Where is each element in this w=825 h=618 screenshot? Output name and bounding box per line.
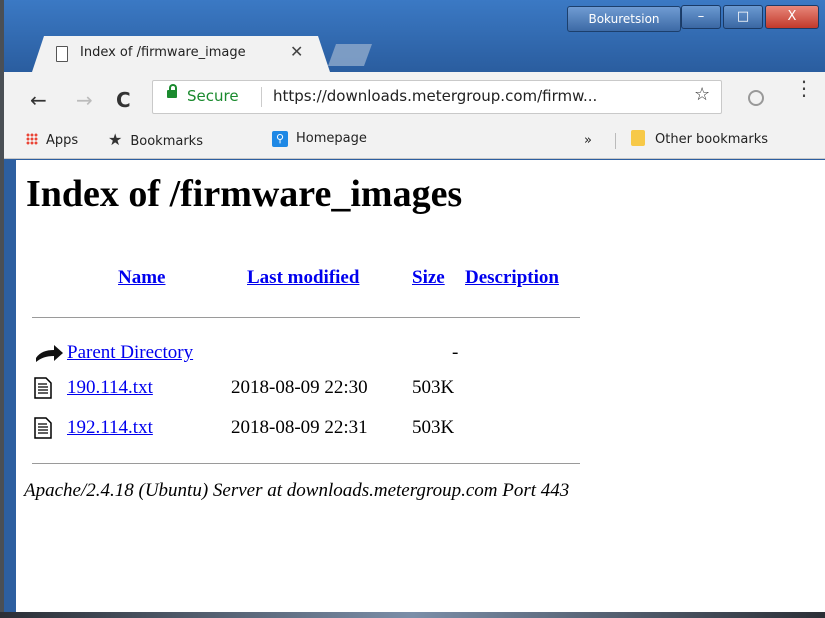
file-modified: 2018-08-09 22:31 xyxy=(231,417,368,438)
bookmark-homepage[interactable]: ⚲ Homepage xyxy=(272,131,367,147)
file-row: 192.114.txt xyxy=(67,417,153,439)
tab-title: Index of /firmware_image xyxy=(80,45,246,60)
divider xyxy=(32,317,580,318)
extension-icon[interactable] xyxy=(748,90,764,106)
bookmark-other[interactable]: Other bookmarks xyxy=(631,130,768,147)
secure-label: Secure xyxy=(187,87,239,105)
close-window-button[interactable]: X xyxy=(765,5,819,29)
address-bar[interactable]: Secure https://downloads.metergroup.com/… xyxy=(152,80,722,114)
bookmarks-overflow-icon[interactable]: » xyxy=(584,133,592,148)
taskbar xyxy=(0,612,825,618)
homepage-icon: ⚲ xyxy=(272,131,288,147)
folder-icon xyxy=(631,130,645,146)
address-separator xyxy=(261,87,262,107)
browser-toolbar: ← → C Secure https://downloads.metergrou… xyxy=(4,72,825,130)
bookmarks-separator xyxy=(615,133,616,149)
bookmarks-label: Bookmarks xyxy=(130,134,203,149)
parent-directory-link[interactable]: Parent Directory xyxy=(67,342,193,363)
parent-directory-row: Parent Directory xyxy=(67,342,193,364)
file-icon xyxy=(34,377,52,399)
page-content: Index of /firmware_images Name Last modi… xyxy=(16,160,825,612)
maximize-button[interactable]: □ xyxy=(723,5,763,29)
apps-grid-icon xyxy=(26,133,38,145)
column-size-link[interactable]: Size xyxy=(412,267,445,289)
window-controls: – □ X xyxy=(679,5,819,29)
server-signature: Apache/2.4.18 (Ubuntu) Server at downloa… xyxy=(24,480,570,501)
bookmarks-star-icon: ★ xyxy=(108,130,123,149)
bookmark-star-icon[interactable]: ☆ xyxy=(694,84,710,105)
column-name-link[interactable]: Name xyxy=(118,267,165,289)
title-bar: Bokuretsion – □ X Index of /firmware_ima… xyxy=(4,0,825,72)
url-text[interactable]: https://downloads.metergroup.com/firmw..… xyxy=(273,87,678,105)
menu-icon[interactable]: ⋮ xyxy=(794,78,814,98)
file-link[interactable]: 190.114.txt xyxy=(67,377,153,398)
file-size: 503K xyxy=(412,417,455,438)
apps-label: Apps xyxy=(46,133,79,148)
parent-directory-icon xyxy=(36,345,63,362)
other-bookmarks-label: Other bookmarks xyxy=(655,132,769,147)
back-icon[interactable]: ← xyxy=(30,88,47,112)
divider xyxy=(32,463,580,464)
document-icon xyxy=(56,46,68,62)
bookmark-bookmarks[interactable]: ★ Bookmarks xyxy=(108,130,203,149)
file-icon xyxy=(34,417,52,439)
file-link[interactable]: 192.114.txt xyxy=(67,417,153,438)
parent-size: - xyxy=(452,342,459,363)
file-row: 190.114.txt xyxy=(67,377,153,399)
lock-icon xyxy=(167,84,177,98)
page-title: Index of /firmware_images xyxy=(26,173,463,215)
profile-button[interactable]: Bokuretsion xyxy=(567,6,681,32)
minimize-button[interactable]: – xyxy=(681,5,721,29)
column-last-modified-link[interactable]: Last modified xyxy=(247,267,359,289)
bookmark-apps[interactable]: Apps xyxy=(26,133,78,148)
new-tab-button[interactable] xyxy=(328,44,372,66)
file-size: 503K xyxy=(412,377,455,398)
homepage-label: Homepage xyxy=(296,131,367,146)
tab-close-icon[interactable]: ✕ xyxy=(290,42,303,61)
browser-tab[interactable]: Index of /firmware_image ✕ xyxy=(32,36,330,72)
file-modified: 2018-08-09 22:30 xyxy=(231,377,368,398)
column-description-link[interactable]: Description xyxy=(465,267,559,289)
forward-icon[interactable]: → xyxy=(76,88,93,112)
reload-icon[interactable]: C xyxy=(116,88,131,112)
bookmarks-bar: Apps ★ Bookmarks ⚲ Homepage » Other bookma… xyxy=(4,124,825,159)
